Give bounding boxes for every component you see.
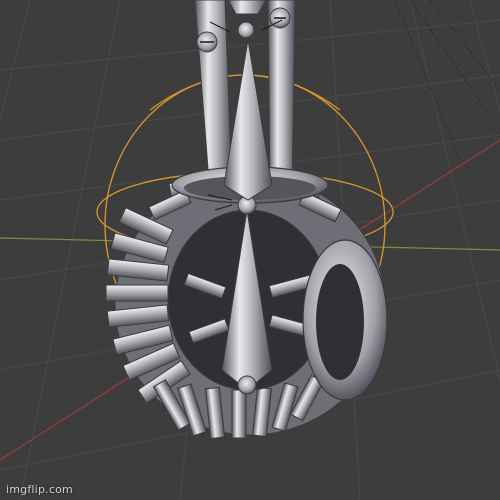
right-bone-arm[interactable] (267, 0, 296, 196)
imgflip-watermark: imgflip.com (6, 483, 73, 496)
viewport-canvas (0, 0, 500, 500)
upper-bone[interactable] (223, 0, 273, 201)
camera-frustum (394, 0, 500, 161)
3d-viewport[interactable]: imgflip.com (0, 0, 500, 500)
side-ring[interactable] (302, 239, 388, 401)
left-bone-arm[interactable] (194, 0, 233, 196)
